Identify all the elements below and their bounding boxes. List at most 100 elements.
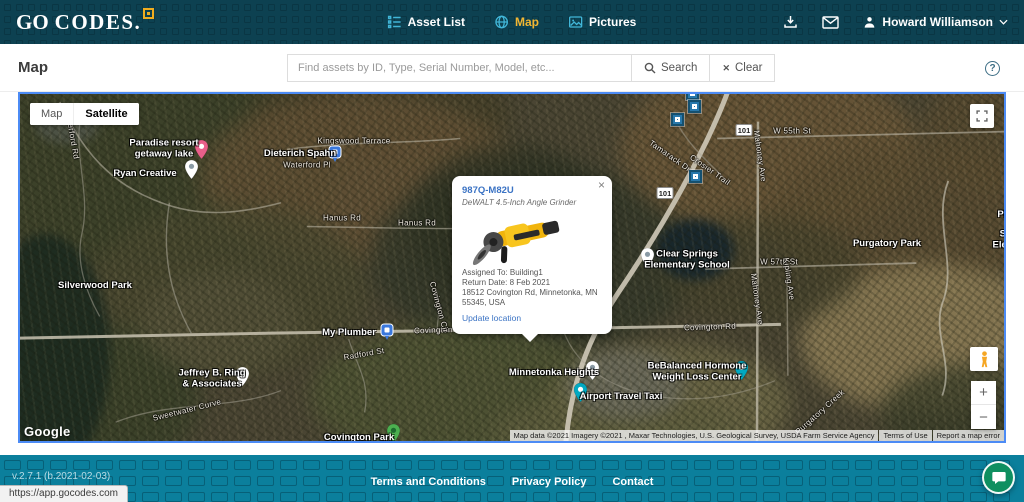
nav-asset-list[interactable]: Asset List <box>388 15 465 29</box>
map-place-label[interactable]: Silverwood Park <box>58 281 132 292</box>
pictures-icon <box>569 15 583 29</box>
fullscreen-icon <box>975 109 989 123</box>
asset-marker[interactable] <box>688 100 701 113</box>
clear-x-icon: ✕ <box>722 63 730 74</box>
nav-pictures-label: Pictures <box>589 15 636 29</box>
update-location-link[interactable]: Update location <box>462 313 521 323</box>
highway-shield: 101 <box>657 187 674 199</box>
map-place-label[interactable]: Ryan Creative <box>113 169 176 180</box>
footer-link-contact[interactable]: Contact <box>612 476 653 488</box>
search-button[interactable]: Search <box>632 54 710 82</box>
street-label: Mahoney Ave <box>749 273 765 325</box>
page-title: Map <box>18 59 48 76</box>
zoom-control: + − <box>971 381 996 429</box>
footer-link-terms[interactable]: Terms and Conditions <box>371 476 486 488</box>
street-label: W 57th St <box>760 258 798 267</box>
map-place-label[interactable]: BeBalanced HormoneWeight Loss Center <box>648 362 747 383</box>
asset-marker[interactable] <box>689 170 702 183</box>
map-place-label[interactable]: Dieterich Spahn <box>264 149 336 160</box>
assigned-to-line: Assigned To: Building1 <box>462 268 602 278</box>
chat-icon <box>991 470 1007 486</box>
map-type-satellite-button[interactable]: Satellite <box>73 103 138 125</box>
asset-photo <box>462 209 602 265</box>
angle-grinder-image <box>462 209 582 265</box>
attribution-text: Map data ©2021 Imagery ©2021 , Maxar Tec… <box>510 430 879 441</box>
app-footer: v.2.7.1 (b.2021-02-03) Terms and Conditi… <box>0 455 1024 502</box>
search-icon <box>644 62 656 74</box>
nav-asset-list-label: Asset List <box>408 15 465 29</box>
asset-id-link[interactable]: 987Q-M82U <box>462 185 602 196</box>
search-group: Search ✕ Clear <box>287 54 775 82</box>
asset-model: DeWALT 4.5-Inch Angle Grinder <box>462 198 602 207</box>
gocodes-logo[interactable]: GO CODES. <box>16 9 154 35</box>
address-line: 18512 Covington Rd, Minnetonka, MN 55345… <box>462 288 602 308</box>
zoom-out-button[interactable]: − <box>971 405 996 429</box>
map-place-label[interactable]: Airport Travel Taxi <box>580 392 663 403</box>
footer-link-privacy[interactable]: Privacy Policy <box>512 476 587 488</box>
map-place-label[interactable]: Clear SpringsElementary School <box>644 250 730 271</box>
street-label: Sweetwater Curve <box>152 397 222 423</box>
asset-marker[interactable] <box>686 92 699 100</box>
main-nav: Asset List Map Pictures <box>388 0 637 44</box>
map-type-control: Map Satellite <box>30 103 139 125</box>
street-label: W 55th St <box>773 127 811 136</box>
version-label: v.2.7.1 (b.2021-02-03) <box>12 471 110 482</box>
street-label: Radford St <box>343 346 385 362</box>
return-date-line: Return Date: 8 Feb 2021 <box>462 278 602 288</box>
terms-of-use-link[interactable]: Terms of Use <box>879 430 931 441</box>
google-logo: Google <box>24 424 71 439</box>
logo-text-codes: CODES. <box>55 9 142 35</box>
fullscreen-button[interactable] <box>970 104 994 128</box>
close-icon[interactable]: × <box>598 179 605 191</box>
logo-text-go: GO <box>16 9 49 35</box>
globe-icon <box>495 15 509 29</box>
poi-pin-icon[interactable] <box>185 160 198 179</box>
map-type-map-button[interactable]: Map <box>30 103 73 125</box>
nav-pictures[interactable]: Pictures <box>569 15 636 29</box>
mail-icon[interactable] <box>822 16 839 29</box>
street-label: Mahoney Ave <box>752 130 768 182</box>
map-place-label[interactable]: Jeffrey B. Ring& Associates <box>178 369 245 390</box>
search-button-label: Search <box>661 62 697 74</box>
map-place-label[interactable]: Paradise resortgetaway lake <box>129 139 198 160</box>
status-url: https://app.gocodes.com <box>0 485 128 502</box>
clear-button-label: Clear <box>735 62 762 74</box>
toolbar: Map Search ✕ Clear ? <box>0 44 1024 92</box>
map-place-label[interactable]: Playg <box>997 210 1006 221</box>
map[interactable]: Paradise resortgetaway lake Ryan Creative… <box>18 92 1006 443</box>
map-place-label[interactable]: Covington Park <box>324 433 394 443</box>
street-label: Hanus Rd <box>323 214 361 223</box>
help-icon[interactable]: ? <box>985 61 1000 76</box>
app-header: GO CODES. Asset List Map Pictures <box>0 0 1024 44</box>
highway-shield: 101 <box>736 124 753 136</box>
map-attribution: Map data ©2021 Imagery ©2021 , Maxar Tec… <box>509 430 1005 441</box>
map-place-label[interactable]: Purgatory Park <box>853 239 921 250</box>
map-place-label[interactable]: ScenElement <box>993 230 1006 251</box>
header-right: Howard Williamson <box>783 15 1008 29</box>
asset-info-window: × 987Q-M82U DeWALT 4.5-Inch Angle Grinde… <box>452 176 612 334</box>
business-pin-icon[interactable] <box>380 323 394 341</box>
map-place-label[interactable]: Minnetonka Heights <box>509 368 599 379</box>
user-menu[interactable]: Howard Williamson <box>863 15 1008 29</box>
pegman-button[interactable] <box>970 347 998 371</box>
zoom-in-button[interactable]: + <box>971 381 996 405</box>
map-place-label[interactable]: My Plumber <box>322 328 376 339</box>
search-input[interactable] <box>287 54 632 82</box>
street-label: Hanus Rd <box>398 219 436 228</box>
nav-map[interactable]: Map <box>495 15 539 29</box>
nav-map-label: Map <box>515 15 539 29</box>
user-icon <box>863 16 876 29</box>
download-icon[interactable] <box>783 15 798 29</box>
footer-links: Terms and Conditions Privacy Policy Cont… <box>371 476 654 488</box>
clear-button[interactable]: ✕ Clear <box>710 54 775 82</box>
pegman-icon <box>979 351 990 368</box>
street-label: Covington Rd <box>684 322 736 333</box>
list-icon <box>388 15 402 29</box>
user-name: Howard Williamson <box>882 15 993 29</box>
report-map-error-link[interactable]: Report a map error <box>933 430 1004 441</box>
street-label: Tamarack Dr <box>647 138 692 173</box>
logo-qr-square-icon <box>143 8 154 19</box>
asset-marker[interactable] <box>671 113 684 126</box>
street-label: Waterford Pl <box>283 161 331 170</box>
chat-bubble-button[interactable] <box>982 461 1015 494</box>
